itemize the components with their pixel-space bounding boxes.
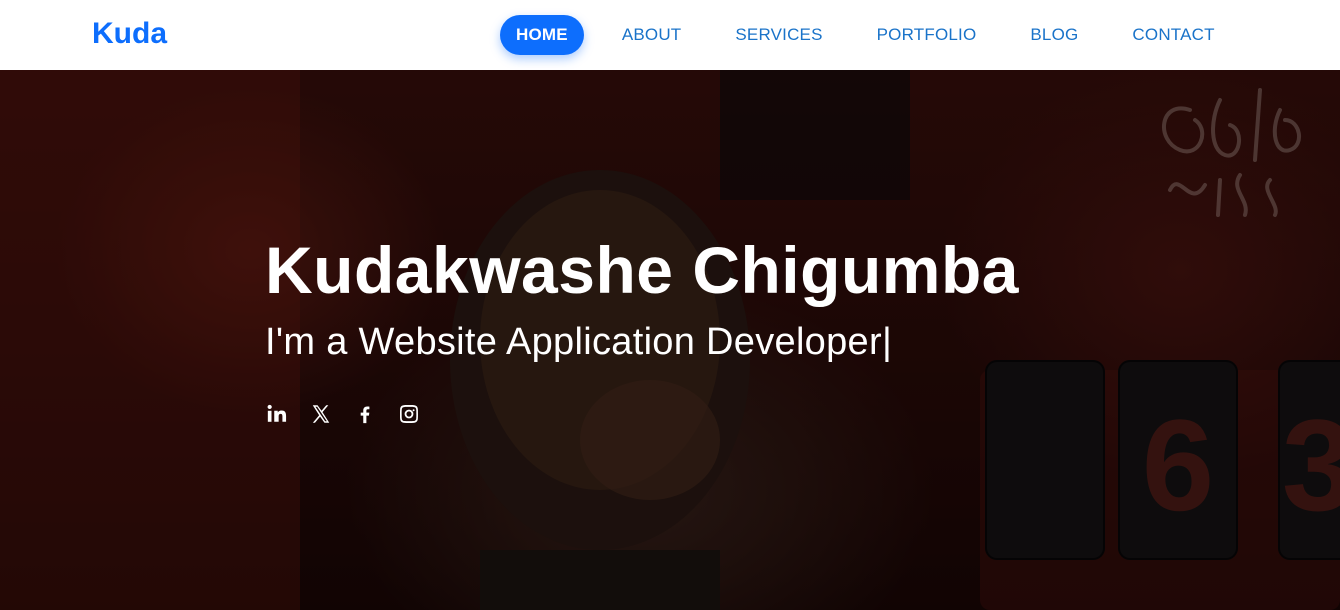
nav-services[interactable]: SERVICES [719,15,838,55]
linkedin-icon [267,404,287,422]
brand-logo[interactable]: Kuda [92,16,167,52]
hero-subtitle-prefix: I'm a [265,321,359,363]
site-header: Kuda HOME ABOUT SERVICES PORTFOLIO BLOG … [0,0,1340,70]
hero-content: Kudakwashe Chigumba I'm a Website Applic… [265,232,1165,426]
nav-home[interactable]: HOME [500,15,584,55]
nav-about[interactable]: ABOUT [606,15,698,55]
hero-subtitle: I'm a Website Application Developer| [265,320,1165,364]
nav-blog[interactable]: BLOG [1014,15,1094,55]
page: Kuda HOME ABOUT SERVICES PORTFOLIO BLOG … [0,0,1340,610]
x-twitter-icon [312,405,330,423]
nav-contact[interactable]: CONTACT [1116,15,1230,55]
instagram-icon [400,405,418,423]
linkedin-link[interactable] [265,402,289,426]
main-nav: HOME ABOUT SERVICES PORTFOLIO BLOG CONTA… [500,15,1231,55]
nav-portfolio[interactable]: PORTFOLIO [861,15,993,55]
typed-role: Website Application Developer [358,321,882,363]
hero-name: Kudakwashe Chigumba [265,233,1019,307]
typing-cursor: | [881,321,893,363]
facebook-link[interactable] [353,402,377,426]
instagram-link[interactable] [397,402,421,426]
social-links [265,402,1165,426]
facebook-icon [360,406,370,424]
hero-section: 6 3 Kudakwashe Chigumba I'm a Website Ap… [0,70,1340,610]
x-twitter-link[interactable] [309,402,333,426]
